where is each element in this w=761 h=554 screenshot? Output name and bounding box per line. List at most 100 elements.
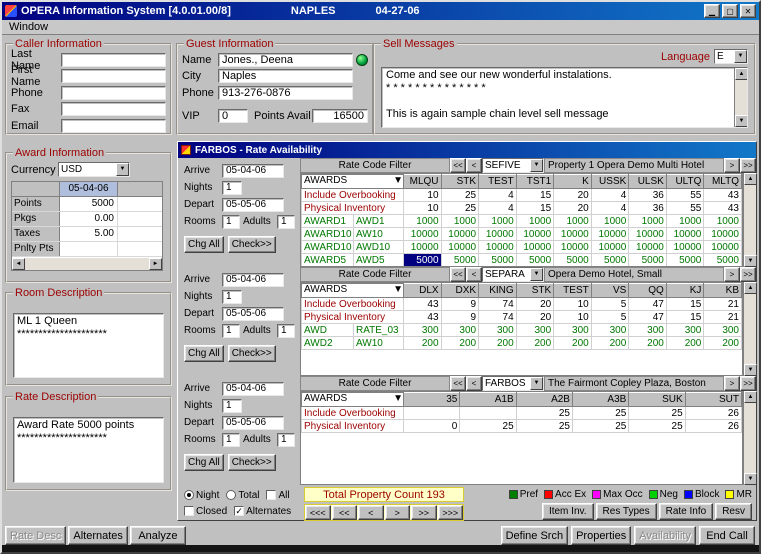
availability-cell[interactable] bbox=[404, 407, 460, 420]
availability-cell[interactable]: 5000 bbox=[629, 254, 667, 267]
availability-cell[interactable]: 200 bbox=[591, 337, 629, 350]
availability-cell[interactable]: 20 bbox=[554, 189, 592, 202]
availability-cell[interactable]: 200 bbox=[704, 337, 742, 350]
availability-cell[interactable]: 36 bbox=[629, 202, 667, 215]
dropdown-arrow-icon[interactable]: ▼ bbox=[393, 284, 403, 297]
availability-cell[interactable]: 200 bbox=[629, 337, 667, 350]
availability-cell[interactable]: 1000 bbox=[554, 215, 592, 228]
adults-input[interactable]: 1 bbox=[277, 433, 295, 447]
availability-cell[interactable]: 300 bbox=[554, 324, 592, 337]
check-button[interactable]: Check>> bbox=[228, 236, 276, 253]
availability-cell[interactable]: 55 bbox=[666, 202, 704, 215]
availability-cell[interactable]: 200 bbox=[666, 337, 704, 350]
dropdown-arrow-icon[interactable]: ▼ bbox=[734, 50, 747, 63]
availability-cell[interactable]: 43 bbox=[404, 311, 442, 324]
availability-cell[interactable]: 15 bbox=[516, 189, 554, 202]
property-code-combo[interactable]: FARBOS▼ bbox=[482, 376, 544, 391]
availability-cell[interactable]: 5 bbox=[591, 298, 629, 311]
availability-cell[interactable]: 25 bbox=[460, 420, 516, 433]
availability-cell[interactable]: 10000 bbox=[516, 228, 554, 241]
availability-cell[interactable]: 300 bbox=[591, 324, 629, 337]
property-fwd-fast-button[interactable]: >> bbox=[740, 376, 756, 391]
availability-cell[interactable]: 10000 bbox=[479, 228, 517, 241]
availability-cell[interactable]: 10000 bbox=[704, 241, 742, 254]
availability-cell[interactable]: 300 bbox=[704, 324, 742, 337]
availability-cell[interactable]: 1000 bbox=[516, 215, 554, 228]
rooms-input[interactable]: 1 bbox=[222, 215, 240, 229]
availability-cell[interactable]: 10000 bbox=[666, 241, 704, 254]
arrive-date-input[interactable]: 05-04-06 bbox=[222, 382, 284, 396]
availability-cell[interactable]: 10000 bbox=[554, 241, 592, 254]
availability-cell[interactable]: 10 bbox=[554, 311, 592, 324]
language-combo[interactable]: E ▼ bbox=[714, 49, 748, 64]
availability-cell[interactable]: 300 bbox=[666, 324, 704, 337]
dropdown-arrow-icon[interactable]: ▼ bbox=[530, 377, 543, 390]
property-fwd-fast-button[interactable]: >> bbox=[740, 158, 756, 173]
award-horizontal-scrollbar[interactable]: ◄ ► bbox=[12, 257, 162, 270]
availability-cell[interactable]: 300 bbox=[629, 324, 667, 337]
menu-window[interactable]: Window bbox=[9, 21, 48, 33]
rate-filter-combo[interactable]: AWARDS▼ bbox=[302, 284, 404, 298]
property-back-fast-button[interactable]: << bbox=[450, 267, 466, 282]
res-types-button[interactable]: Res Types bbox=[596, 503, 657, 520]
availability-cell[interactable]: 74 bbox=[479, 311, 517, 324]
closed-checkbox[interactable] bbox=[184, 506, 194, 516]
grid-vertical-scrollbar[interactable]: ▲▼ bbox=[743, 173, 756, 267]
availability-cell[interactable]: 10000 bbox=[629, 228, 667, 241]
rate-availability-titlebar[interactable]: FARBOS - Rate Availability bbox=[178, 142, 756, 158]
adults-input[interactable]: 1 bbox=[277, 324, 295, 338]
total-radio[interactable] bbox=[226, 490, 236, 500]
availability-cell[interactable]: 10 bbox=[404, 202, 442, 215]
properties-button[interactable]: Properties bbox=[571, 526, 631, 545]
award-row-value[interactable]: 5000 bbox=[60, 197, 118, 211]
property-code-combo[interactable]: SEFIVE▼ bbox=[482, 158, 544, 173]
nights-input[interactable]: 1 bbox=[222, 290, 242, 304]
grid-vertical-scrollbar[interactable]: ▲▼ bbox=[743, 391, 756, 485]
availability-cell[interactable] bbox=[460, 407, 516, 420]
availability-cell[interactable]: 10000 bbox=[441, 228, 479, 241]
availability-cell[interactable]: 25 bbox=[629, 420, 685, 433]
fax-input[interactable] bbox=[61, 102, 166, 116]
last-name-input[interactable] bbox=[61, 53, 166, 67]
availability-cell[interactable]: 1000 bbox=[629, 215, 667, 228]
availability-cell[interactable]: 26 bbox=[685, 420, 741, 433]
availability-cell[interactable]: 1000 bbox=[479, 215, 517, 228]
availability-cell[interactable]: 10000 bbox=[554, 228, 592, 241]
availability-cell[interactable]: 15 bbox=[666, 311, 704, 324]
scroll-up-icon[interactable]: ▲ bbox=[744, 282, 757, 294]
depart-date-input[interactable]: 05-05-06 bbox=[222, 416, 284, 430]
award-row-value[interactable]: 0.00 bbox=[60, 212, 118, 226]
guest-name-field[interactable]: Jones., Deena bbox=[218, 53, 353, 67]
item-inv-button[interactable]: Item Inv. bbox=[542, 503, 594, 520]
availability-cell[interactable]: 25 bbox=[572, 420, 628, 433]
availability-cell[interactable]: 55 bbox=[666, 189, 704, 202]
availability-cell[interactable]: 4 bbox=[591, 189, 629, 202]
date-nav-button[interactable]: > bbox=[385, 505, 411, 520]
availability-cell[interactable]: 1000 bbox=[704, 215, 742, 228]
availability-cell[interactable]: 25 bbox=[441, 189, 479, 202]
availability-cell[interactable]: 200 bbox=[516, 337, 554, 350]
availability-cell[interactable]: 20 bbox=[516, 311, 554, 324]
availability-cell[interactable]: 20 bbox=[516, 298, 554, 311]
property-fwd-button[interactable]: > bbox=[724, 376, 740, 391]
availability-cell[interactable]: 10000 bbox=[441, 241, 479, 254]
availability-cell[interactable]: 21 bbox=[704, 298, 742, 311]
availability-cell[interactable]: 10000 bbox=[704, 228, 742, 241]
date-nav-button[interactable]: <<< bbox=[305, 505, 331, 520]
rate-info-button[interactable]: Rate Info bbox=[659, 503, 714, 520]
availability-cell[interactable]: 10000 bbox=[516, 241, 554, 254]
scroll-up-icon[interactable]: ▲ bbox=[735, 68, 748, 80]
award-row-value[interactable]: 5.00 bbox=[60, 227, 118, 241]
availability-cell[interactable]: 43 bbox=[704, 202, 742, 215]
alternates-button[interactable]: Alternates bbox=[68, 526, 128, 545]
property-back-button[interactable]: < bbox=[466, 158, 482, 173]
availability-cell[interactable]: 10000 bbox=[666, 228, 704, 241]
chg-all-button[interactable]: Chg All bbox=[184, 454, 224, 471]
availability-cell[interactable]: 10000 bbox=[404, 228, 442, 241]
availability-cell[interactable]: 25 bbox=[629, 407, 685, 420]
scroll-down-icon[interactable]: ▼ bbox=[744, 364, 757, 376]
availability-cell[interactable]: 10000 bbox=[404, 241, 442, 254]
availability-cell[interactable]: 47 bbox=[629, 311, 667, 324]
award-row-value[interactable] bbox=[60, 242, 118, 256]
rooms-input[interactable]: 1 bbox=[222, 433, 240, 447]
